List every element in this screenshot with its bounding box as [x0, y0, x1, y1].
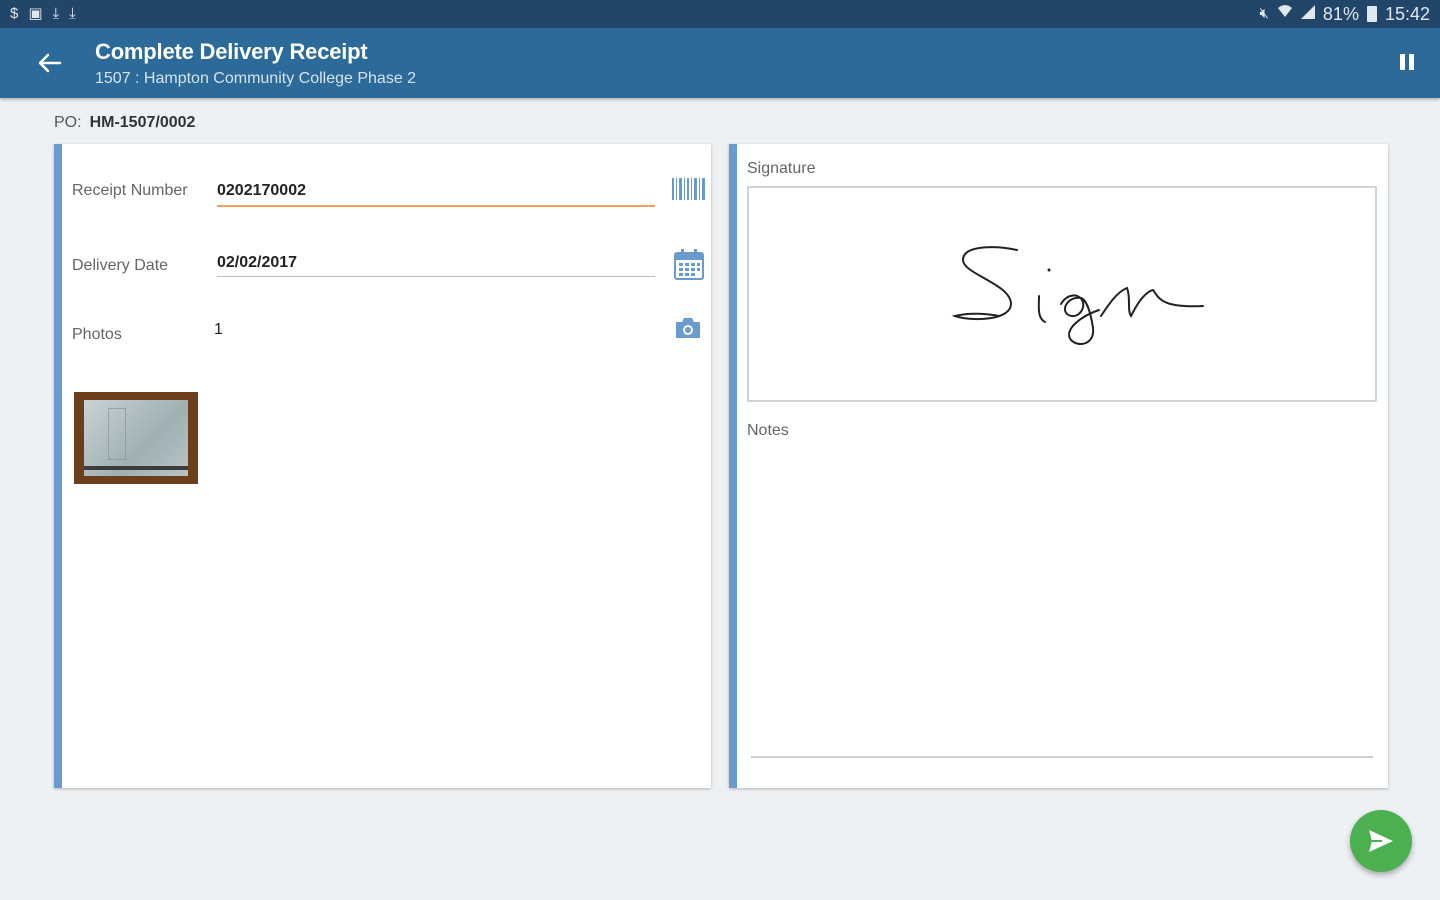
battery-percent: 81% — [1322, 3, 1359, 24]
page-subtitle: 1507 : Hampton Community College Phase 2 — [95, 70, 417, 87]
photo-thumbnail[interactable] — [74, 392, 198, 484]
receipt-number-label: Receipt Number — [72, 182, 188, 199]
photo-image — [84, 400, 188, 476]
delivery-date-label: Delivery Date — [72, 257, 169, 274]
notes-label: Notes — [747, 422, 789, 439]
signature-label: Signature — [747, 160, 816, 177]
clock: 15:42 — [1384, 3, 1430, 24]
dollar-icon: $ — [10, 5, 19, 22]
notes-input[interactable] — [751, 446, 1373, 754]
delivery-date-underline — [217, 276, 655, 277]
gallery-icon: ▣ — [28, 5, 43, 22]
date-picker-button[interactable] — [674, 248, 704, 280]
status-bar: $ ▣ ⤓ ⤓ 🔇︎ 81% 15:42 — [0, 0, 1440, 28]
download-icon: ⤓ — [52, 5, 60, 22]
send-button[interactable] — [1350, 810, 1412, 872]
pause-icon — [1400, 54, 1405, 70]
signal-icon — [1300, 3, 1315, 25]
mute-icon: 🔇︎ — [1259, 5, 1269, 22]
po-line: PO: HM-1507/0002 — [54, 114, 195, 132]
status-left-icons: $ ▣ ⤓ ⤓ — [10, 4, 76, 24]
barcode-scan-button[interactable] — [672, 178, 706, 200]
barcode-icon — [672, 178, 705, 200]
calendar-icon — [674, 249, 704, 280]
delivery-date-input[interactable]: 02/02/2017 — [217, 254, 297, 272]
signature-pad[interactable] — [747, 186, 1377, 402]
photos-label: Photos — [72, 326, 122, 343]
status-right-icons: 🔇︎ 81% 15:42 — [1259, 3, 1430, 25]
pause-icon — [1409, 54, 1414, 70]
photos-count: 1 — [214, 321, 223, 338]
po-label: PO: — [54, 114, 82, 131]
send-icon — [1369, 830, 1393, 852]
notes-underline — [751, 756, 1373, 758]
add-photo-button[interactable] — [674, 316, 702, 340]
battery-icon — [1366, 6, 1377, 22]
receipt-number-underline — [217, 205, 655, 207]
page-title: Complete Delivery Receipt — [95, 39, 368, 64]
pause-button[interactable] — [1400, 54, 1416, 72]
signature-drawing — [951, 246, 1204, 345]
app-bar: Complete Delivery Receipt 1507 : Hampton… — [0, 28, 1440, 98]
download-icon: ⤓ — [69, 5, 76, 22]
signature-notes-card: Signature Notes — [729, 144, 1388, 788]
wifi-icon — [1277, 3, 1293, 25]
arrow-left-icon — [38, 53, 62, 73]
receipt-details-card: Receipt Number 0202170002 Delivery Date … — [54, 144, 711, 788]
po-value: HM-1507/0002 — [89, 114, 196, 131]
receipt-number-input[interactable]: 0202170002 — [217, 182, 306, 200]
back-button[interactable] — [32, 48, 66, 78]
camera-icon — [676, 318, 700, 338]
